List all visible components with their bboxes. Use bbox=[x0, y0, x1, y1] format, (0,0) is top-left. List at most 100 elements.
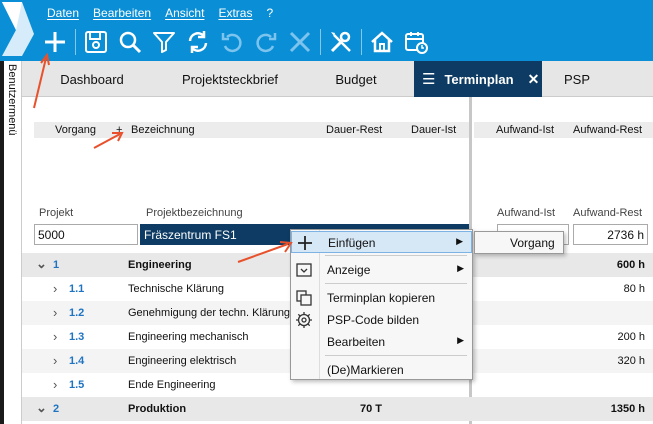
tab-label: Projektsteckbrief bbox=[181, 71, 279, 87]
col-dauer-rest[interactable]: Dauer-Rest bbox=[326, 124, 382, 136]
add-icon bbox=[298, 236, 312, 250]
submenu-arrow-icon: ▶ bbox=[457, 335, 464, 345]
menu-help[interactable]: ? bbox=[266, 6, 273, 20]
home-button[interactable] bbox=[365, 25, 399, 59]
save-button[interactable] bbox=[79, 25, 113, 59]
project-number-field[interactable]: 5000 bbox=[34, 224, 138, 245]
row-code: 1.2 bbox=[69, 307, 85, 319]
refresh-icon bbox=[188, 31, 208, 53]
menu-daten[interactable]: Daten bbox=[47, 6, 79, 20]
home-icon bbox=[371, 31, 393, 53]
annotation-arrow-menu bbox=[237, 241, 293, 263]
row-code: 1.5 bbox=[69, 379, 85, 391]
tab-psp[interactable]: PSP bbox=[542, 61, 612, 97]
toolbar bbox=[38, 25, 433, 59]
tab-label: Budget bbox=[335, 71, 377, 87]
col-aufwand-rest[interactable]: Aufwand-Rest bbox=[573, 124, 642, 136]
redo-icon bbox=[256, 33, 277, 53]
menu-bar: Daten Bearbeiten Ansicht Extras ? bbox=[40, 3, 280, 23]
tab-label: Dashboard bbox=[60, 71, 124, 87]
menu-item-label: (De)Markieren bbox=[327, 363, 404, 377]
filter-icon bbox=[153, 32, 175, 53]
tab-bar: Dashboard Projektsteckbrief Budget ☰ Ter… bbox=[22, 61, 653, 97]
row-name: Ende Engineering bbox=[128, 379, 216, 391]
toolbar-divider bbox=[320, 29, 321, 55]
menu-item-psp-code[interactable]: PSP-Code bilden bbox=[291, 309, 472, 331]
tab-projektsteckbrief[interactable]: Projektsteckbrief bbox=[162, 61, 298, 97]
row-dauer: 70 T bbox=[360, 403, 383, 415]
col-dauer-ist[interactable]: Dauer-Ist bbox=[411, 124, 456, 136]
submenu-arrow-icon: ▶ bbox=[457, 263, 464, 273]
chevron-right-icon[interactable]: › bbox=[53, 353, 57, 368]
menu-ansicht[interactable]: Ansicht bbox=[165, 6, 204, 20]
submenu-einfuegen: Vorgang bbox=[474, 231, 564, 254]
tools-icon bbox=[330, 31, 351, 53]
toolbar-divider bbox=[361, 29, 362, 55]
tab-label: Terminplan bbox=[444, 71, 514, 87]
row-code: 1.3 bbox=[69, 331, 85, 343]
gear-icon bbox=[296, 312, 312, 328]
calendar-icon bbox=[405, 32, 428, 54]
col-vorgang[interactable]: Vorgang bbox=[55, 124, 96, 136]
tab-terminplan[interactable]: ☰ Terminplan ✕ bbox=[414, 61, 542, 97]
hamburger-icon[interactable]: ☰ bbox=[422, 70, 435, 88]
row-name: Genehmigung der techn. Klärung bbox=[128, 307, 291, 319]
menu-item-terminplan-kopieren[interactable]: Terminplan kopieren bbox=[291, 287, 472, 309]
chevron-right-icon[interactable]: › bbox=[53, 329, 57, 344]
chevron-right-icon[interactable]: › bbox=[53, 281, 57, 296]
search-icon bbox=[119, 31, 142, 54]
col-bezeichnung[interactable]: Bezeichnung bbox=[131, 124, 195, 136]
context-menu: Einfügen ▶ Anzeige ▶ Terminplan kopieren… bbox=[290, 229, 473, 380]
row-name: Engineering elektrisch bbox=[128, 355, 237, 367]
menu-item-markieren[interactable]: (De)Markieren bbox=[291, 359, 472, 381]
tab-budget[interactable]: Budget bbox=[298, 61, 414, 97]
projektbezeichnung-label: Projektbezeichnung bbox=[146, 207, 243, 219]
menu-item-label: PSP-Code bilden bbox=[327, 313, 420, 327]
dropdown-box-icon bbox=[296, 263, 312, 277]
submenu-arrow-icon: ▶ bbox=[456, 236, 463, 246]
filter-button[interactable] bbox=[147, 25, 181, 59]
chevron-down-icon[interactable]: ⌄ bbox=[36, 256, 47, 272]
refresh-button[interactable] bbox=[181, 25, 215, 59]
table-row[interactable]: ⌄ 2 Produktion 70 T 1350 h bbox=[22, 397, 653, 421]
row-code: 1.1 bbox=[69, 283, 85, 295]
project-aufwand-rest-field[interactable]: 2736 h bbox=[573, 224, 648, 245]
save-icon bbox=[85, 31, 107, 53]
submenu-item-vorgang[interactable]: Vorgang bbox=[510, 236, 555, 250]
row-name: Engineering bbox=[128, 259, 192, 271]
sidebar-user-menu[interactable]: Benutzermenü bbox=[4, 64, 18, 174]
delete-icon bbox=[289, 31, 311, 53]
row-aufwand: 600 h bbox=[616, 259, 645, 271]
menu-divider bbox=[325, 255, 467, 256]
calendar-button[interactable] bbox=[399, 25, 433, 59]
chevron-down-icon[interactable]: ⌄ bbox=[36, 400, 47, 416]
chevron-right-icon[interactable]: › bbox=[53, 305, 57, 320]
menu-item-bearbeiten[interactable]: Bearbeiten ▶ bbox=[291, 331, 472, 353]
undo-icon bbox=[221, 33, 242, 53]
menu-extras[interactable]: Extras bbox=[218, 6, 252, 20]
redo-button[interactable] bbox=[249, 25, 283, 59]
row-aufwand: 80 h bbox=[623, 283, 645, 295]
tools-button[interactable] bbox=[324, 25, 358, 59]
menu-item-label: Einfügen bbox=[328, 236, 376, 250]
row-aufwand: 1350 h bbox=[610, 403, 645, 415]
menu-item-einfuegen[interactable]: Einfügen ▶ bbox=[291, 231, 472, 253]
copy-icon bbox=[296, 290, 312, 306]
row-code: 1 bbox=[53, 259, 60, 271]
row-name: Technische Klärung bbox=[128, 283, 225, 295]
menu-item-label: Terminplan kopieren bbox=[327, 291, 436, 305]
menu-bearbeiten[interactable]: Bearbeiten bbox=[93, 6, 151, 20]
search-button[interactable] bbox=[113, 25, 147, 59]
delete-button[interactable] bbox=[283, 25, 317, 59]
menu-item-anzeige[interactable]: Anzeige ▶ bbox=[291, 259, 472, 281]
column-header-right: Aufwand-Ist Aufwand-Rest bbox=[474, 122, 653, 138]
menu-divider bbox=[325, 355, 467, 356]
annotation-arrow-plus bbox=[93, 132, 124, 149]
col-aufwand-ist[interactable]: Aufwand-Ist bbox=[496, 124, 554, 136]
chevron-right-icon[interactable]: › bbox=[53, 377, 57, 392]
top-bar: Daten Bearbeiten Ansicht Extras ? bbox=[0, 0, 653, 61]
menu-item-label: Bearbeiten bbox=[327, 335, 386, 349]
close-icon[interactable]: ✕ bbox=[528, 71, 540, 88]
undo-button[interactable] bbox=[215, 25, 249, 59]
row-aufwand: 320 h bbox=[617, 355, 645, 367]
